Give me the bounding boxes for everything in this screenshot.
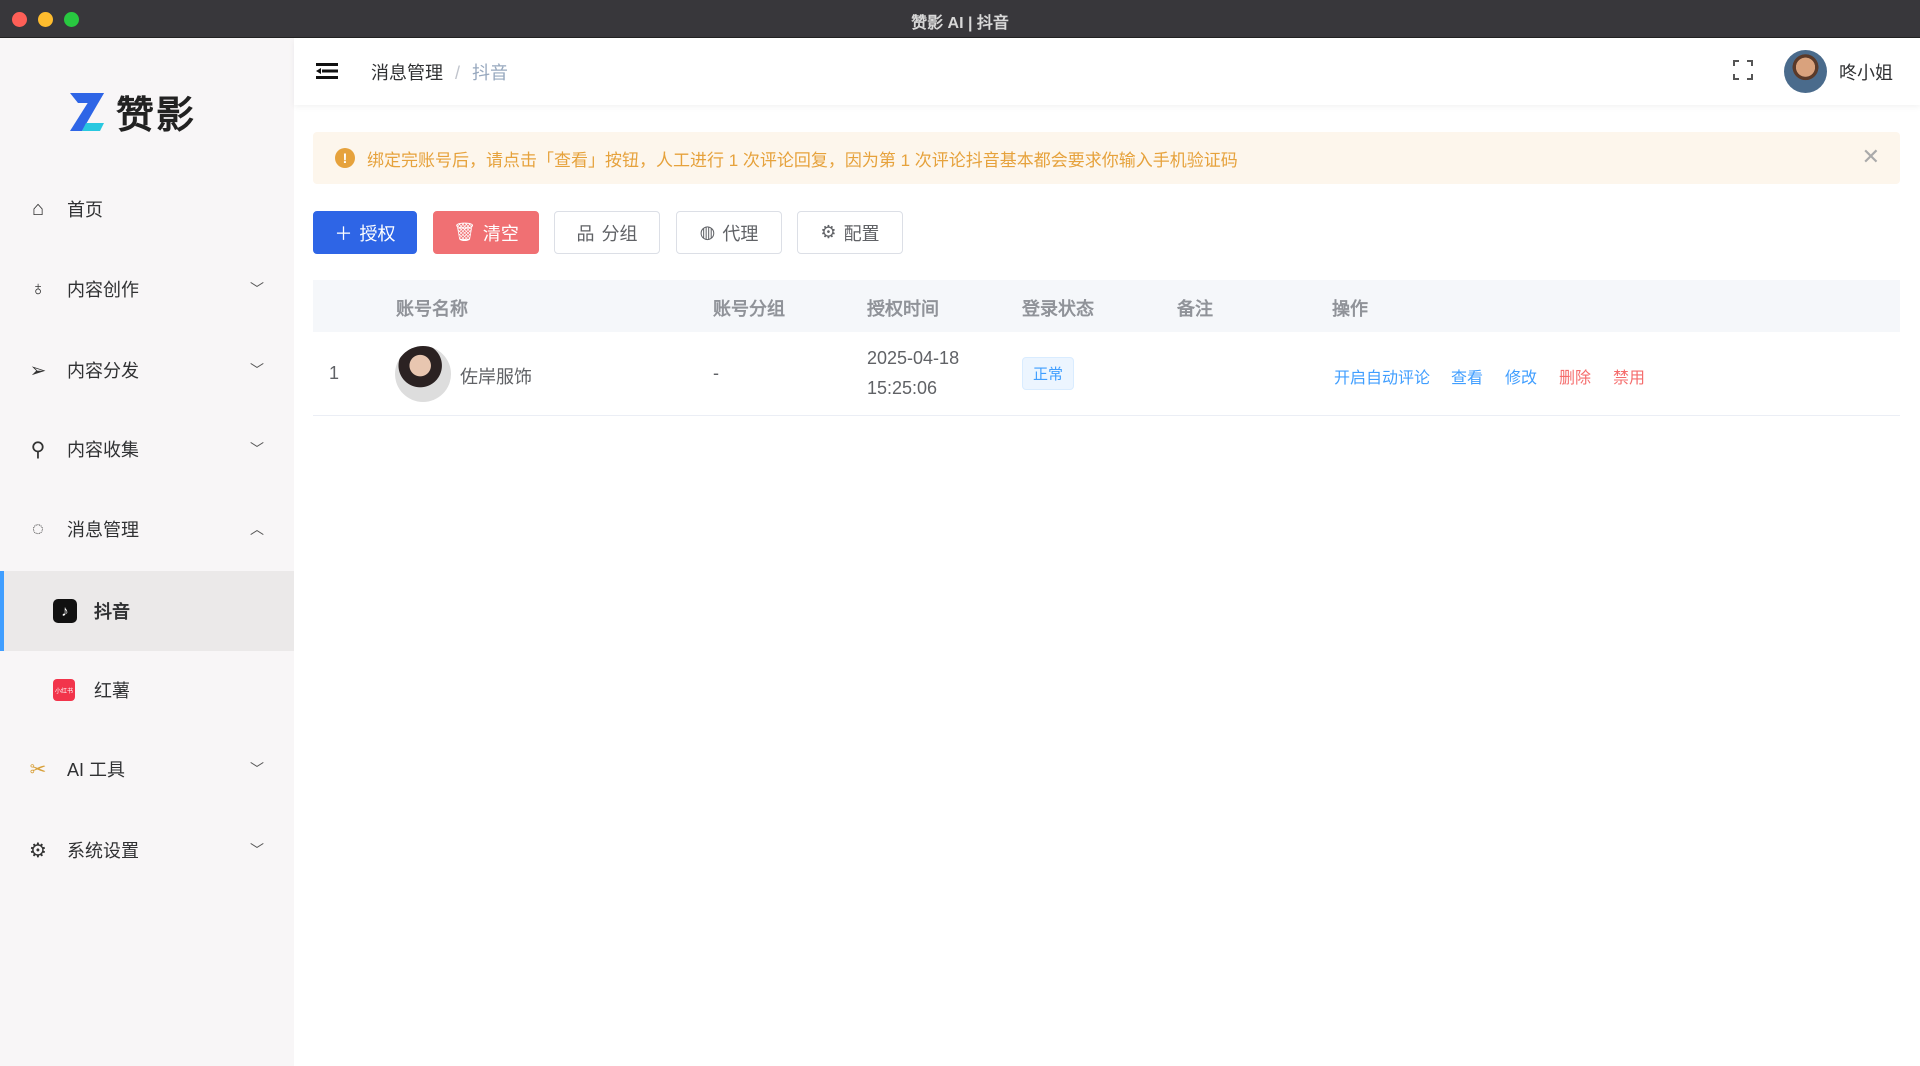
enable-auto-comment-link[interactable]: 开启自动评论: [1334, 364, 1430, 388]
sidebar-item-label: 内容创作: [67, 280, 139, 300]
sidebar-item-label: 红薯: [94, 681, 130, 701]
sidebar: 赞影 ⌂ 首页 ♁ 内容创作 ﹀ ➢ 内容分发 ﹀ ⚲ 内容收集 ﹀ ◌ 消息管理 ︿ ♪ 抖音 小…: [0, 38, 294, 1066]
chevron-down-icon: ﹀: [250, 842, 264, 858]
sidebar-item-label: 消息管理: [67, 520, 139, 540]
auth-date: 2025-04-18: [867, 348, 960, 368]
account-avatar: [395, 346, 451, 402]
disable-link[interactable]: 禁用: [1613, 364, 1645, 388]
chevron-down-icon: ﹀: [250, 281, 264, 297]
proxy-button[interactable]: ◍ 代理: [676, 211, 782, 254]
fullscreen-icon[interactable]: [1732, 59, 1754, 81]
button-label: 配置: [843, 223, 880, 244]
sidebar-item-message-management[interactable]: ◌ 消息管理 ︿: [0, 489, 294, 569]
sidebar-item-label: 系统设置: [67, 841, 139, 861]
view-link[interactable]: 查看: [1451, 364, 1483, 388]
authorize-button[interactable]: ＋ 授权: [313, 211, 417, 254]
send-icon: ➢: [29, 359, 47, 382]
sidebar-item-content-collection[interactable]: ⚲ 内容收集 ﹀: [0, 409, 294, 489]
bulb-icon: ♁: [30, 277, 46, 300]
search-list-icon: ⚲: [30, 438, 46, 461]
window-titlebar: 赞影 AI | 抖音: [0, 0, 1920, 38]
column-header: 授权时间: [867, 299, 939, 319]
sidebar-item-label: 内容分发: [67, 361, 139, 381]
collapse-menu-icon[interactable]: [316, 62, 338, 80]
table-row: 1 佐岸服饰 - 2025-04-18 15:25:06 正常 开启自动评论 查…: [313, 332, 1900, 416]
sidebar-item-ai-tools[interactable]: ✂ AI 工具 ﹀: [0, 729, 294, 809]
sidebar-item-label: 内容收集: [67, 440, 139, 460]
sidebar-item-label: 抖音: [94, 602, 130, 622]
button-label: 授权: [359, 223, 396, 244]
button-label: 代理: [722, 223, 759, 244]
breadcrumb-current: 抖音: [472, 63, 509, 83]
sidebar-item-content-distribution[interactable]: ➢ 内容分发 ﹀: [0, 330, 294, 410]
username[interactable]: 咚小姐: [1839, 59, 1893, 85]
breadcrumb-item[interactable]: 消息管理: [371, 63, 443, 83]
sidebar-item-content-creation[interactable]: ♁ 内容创作 ﹀: [0, 249, 294, 329]
gear-icon: ⚙: [820, 222, 837, 242]
row-index: 1: [329, 363, 340, 383]
table-header: 账号名称 账号分组 授权时间 登录状态 备注 操作: [313, 280, 1900, 332]
tools-icon: ✂: [29, 758, 47, 781]
douyin-icon: ♪: [53, 599, 77, 623]
logo-icon: [70, 92, 104, 131]
xiaohongshu-icon: 小红书: [53, 679, 75, 701]
hierarchy-icon: 品: [576, 223, 595, 244]
top-header: 消息管理 / 抖音 咚小姐: [294, 38, 1920, 105]
chevron-down-icon: ﹀: [250, 761, 264, 777]
column-header: 账号分组: [713, 299, 785, 319]
warning-alert: ! 绑定完账号后，请点击「查看」按钮，人工进行 1 次评论回复，因为第 1 次评…: [313, 132, 1900, 184]
sidebar-item-settings[interactable]: ⚙ 系统设置 ﹀: [0, 810, 294, 890]
clear-button[interactable]: 🗑 清空: [433, 211, 539, 254]
chat-icon: ◌: [32, 517, 44, 540]
column-header: 账号名称: [396, 299, 468, 319]
chevron-down-icon: ﹀: [250, 441, 264, 457]
auth-time: 15:25:06: [867, 378, 938, 398]
delete-link[interactable]: 删除: [1559, 364, 1591, 388]
chevron-up-icon: ︿: [250, 521, 264, 537]
group-button[interactable]: 品分组: [554, 211, 660, 254]
account-group: -: [713, 363, 719, 383]
sidebar-item-home[interactable]: ⌂ 首页: [0, 169, 294, 249]
column-header: 登录状态: [1022, 299, 1094, 319]
sidebar-item-douyin[interactable]: ♪ 抖音: [0, 571, 294, 651]
window-title: 赞影 AI | 抖音: [911, 15, 1009, 32]
plus-icon: ＋: [334, 223, 353, 244]
column-header: 操作: [1332, 299, 1368, 319]
home-icon: ⌂: [31, 197, 45, 220]
edit-link[interactable]: 修改: [1505, 364, 1537, 388]
sidebar-item-label: 首页: [67, 200, 103, 220]
column-header: 备注: [1177, 299, 1213, 319]
close-icon[interactable]: ✕: [1862, 144, 1880, 170]
user-avatar[interactable]: [1784, 50, 1827, 93]
button-label: 分组: [601, 223, 638, 244]
breadcrumb-separator: /: [455, 63, 461, 83]
chevron-down-icon: ﹀: [250, 362, 264, 378]
status-badge: 正常: [1022, 357, 1075, 390]
config-button[interactable]: ⚙ 配置: [797, 211, 903, 254]
breadcrumb: 消息管理 / 抖音: [371, 59, 508, 85]
sidebar-item-label: AI 工具: [67, 760, 126, 780]
logo: 赞影: [64, 84, 196, 139]
sidebar-item-xiaohongshu[interactable]: 小红书 红薯: [0, 650, 294, 730]
gear-icon: ⚙: [29, 839, 47, 862]
warning-icon: !: [335, 148, 355, 168]
button-label: 清空: [482, 223, 519, 244]
globe-icon: ◍: [699, 222, 716, 242]
alert-text: 绑定完账号后，请点击「查看」按钮，人工进行 1 次评论回复，因为第 1 次评论抖…: [367, 150, 1238, 170]
account-name: 佐岸服饰: [460, 367, 532, 387]
trash-icon: 🗑: [453, 222, 476, 242]
logo-text: 赞影: [116, 95, 197, 137]
